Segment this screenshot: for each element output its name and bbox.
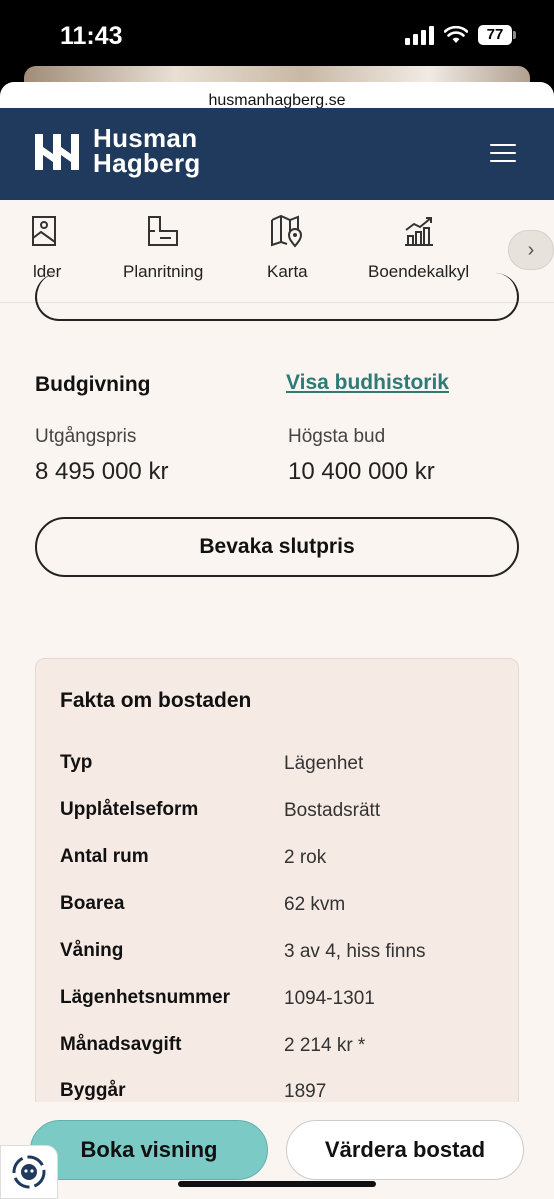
- book-viewing-button[interactable]: Boka visning: [30, 1120, 268, 1180]
- tab-boendekalkyl[interactable]: Boendekalkyl: [368, 214, 469, 282]
- logo-line2: Hagberg: [93, 148, 201, 178]
- fact-key: Boarea: [60, 893, 125, 914]
- fact-key: Våning: [60, 940, 124, 961]
- battery-level: 77: [478, 25, 512, 45]
- logo[interactable]: Husman Hagberg: [33, 125, 201, 178]
- fact-value: Bostadsrätt: [284, 800, 381, 821]
- fact-value: 62 kvm: [284, 894, 346, 915]
- fact-key: Typ: [60, 752, 93, 773]
- highest-bid-value: 10 400 000 kr: [288, 458, 435, 485]
- home-indicator: [178, 1181, 376, 1187]
- status-icons: 77: [405, 25, 516, 45]
- status-time: 11:43: [60, 22, 123, 50]
- facts-card: Fakta om bostaden Typ Lägenhet Upplåtels…: [35, 658, 519, 1158]
- map-pin-icon: [271, 214, 303, 248]
- fact-row: Våning 3 av 4, hiss finns: [60, 940, 500, 970]
- bidding-title: Budgivning: [35, 373, 151, 396]
- logo-mark-icon: [35, 134, 79, 170]
- fact-row: Boarea 62 kvm: [60, 893, 500, 923]
- previous-button-edge[interactable]: [35, 273, 519, 321]
- fact-value: 3 av 4, hiss finns: [284, 941, 426, 962]
- fact-key: Månadsavgift: [60, 1034, 182, 1055]
- chart-icon: [404, 217, 433, 246]
- fact-value: 1897: [284, 1081, 327, 1102]
- fact-value: Lägenhet: [284, 753, 364, 774]
- fact-value: 2 214 kr *: [284, 1035, 366, 1056]
- fact-row: Antal rum 2 rok: [60, 846, 500, 876]
- facts-title: Fakta om bostaden: [60, 689, 252, 712]
- fact-value: 1094-1301: [284, 988, 375, 1009]
- value-home-button[interactable]: Värdera bostad: [286, 1120, 524, 1180]
- image-icon: [32, 216, 56, 246]
- menu-icon[interactable]: [490, 144, 516, 164]
- fact-key: Byggår: [60, 1080, 126, 1101]
- fact-row: Upplåtelseform Bostadsrätt: [60, 799, 500, 829]
- fact-key: Lägenhetsnummer: [60, 987, 230, 1008]
- highest-bid-label: Högsta bud: [288, 426, 386, 447]
- fact-row: Lägenhetsnummer 1094-1301: [60, 987, 500, 1017]
- watch-final-price-button[interactable]: Bevaka slutpris: [35, 517, 519, 577]
- site-header: Husman Hagberg: [0, 108, 554, 200]
- tabs-next-button[interactable]: ›: [508, 230, 554, 270]
- bid-history-link[interactable]: Visa budhistorik: [286, 371, 449, 395]
- start-price-label: Utgångspris: [35, 426, 137, 447]
- main-content: Budgivning Visa budhistorik Utgångspris …: [0, 273, 554, 1199]
- chat-bot-icon: [12, 1155, 46, 1189]
- tab-bilder[interactable]: lder: [32, 214, 65, 282]
- fact-row: Typ Lägenhet: [60, 752, 500, 782]
- floorplan-icon: [148, 216, 179, 246]
- fact-row: Månadsavgift 2 214 kr *: [60, 1034, 500, 1064]
- cellular-signal-icon: [405, 25, 434, 45]
- chat-widget-button[interactable]: [0, 1145, 58, 1199]
- fact-value: 2 rok: [284, 847, 327, 868]
- fact-key: Antal rum: [60, 846, 149, 867]
- battery-icon: 77: [478, 25, 516, 45]
- status-bar: 11:43 77: [0, 0, 554, 70]
- fact-key: Upplåtelseform: [60, 799, 199, 820]
- wifi-icon: [444, 26, 468, 43]
- logo-text: Husman Hagberg: [93, 125, 201, 178]
- tab-karta[interactable]: Karta: [267, 214, 308, 282]
- start-price-value: 8 495 000 kr: [35, 458, 169, 485]
- chevron-right-icon: ›: [527, 238, 535, 261]
- browser-sheet: husmanhagberg.se Husman Hagberg lder Pla…: [0, 82, 554, 1199]
- tab-planritning[interactable]: Planritning: [123, 214, 203, 282]
